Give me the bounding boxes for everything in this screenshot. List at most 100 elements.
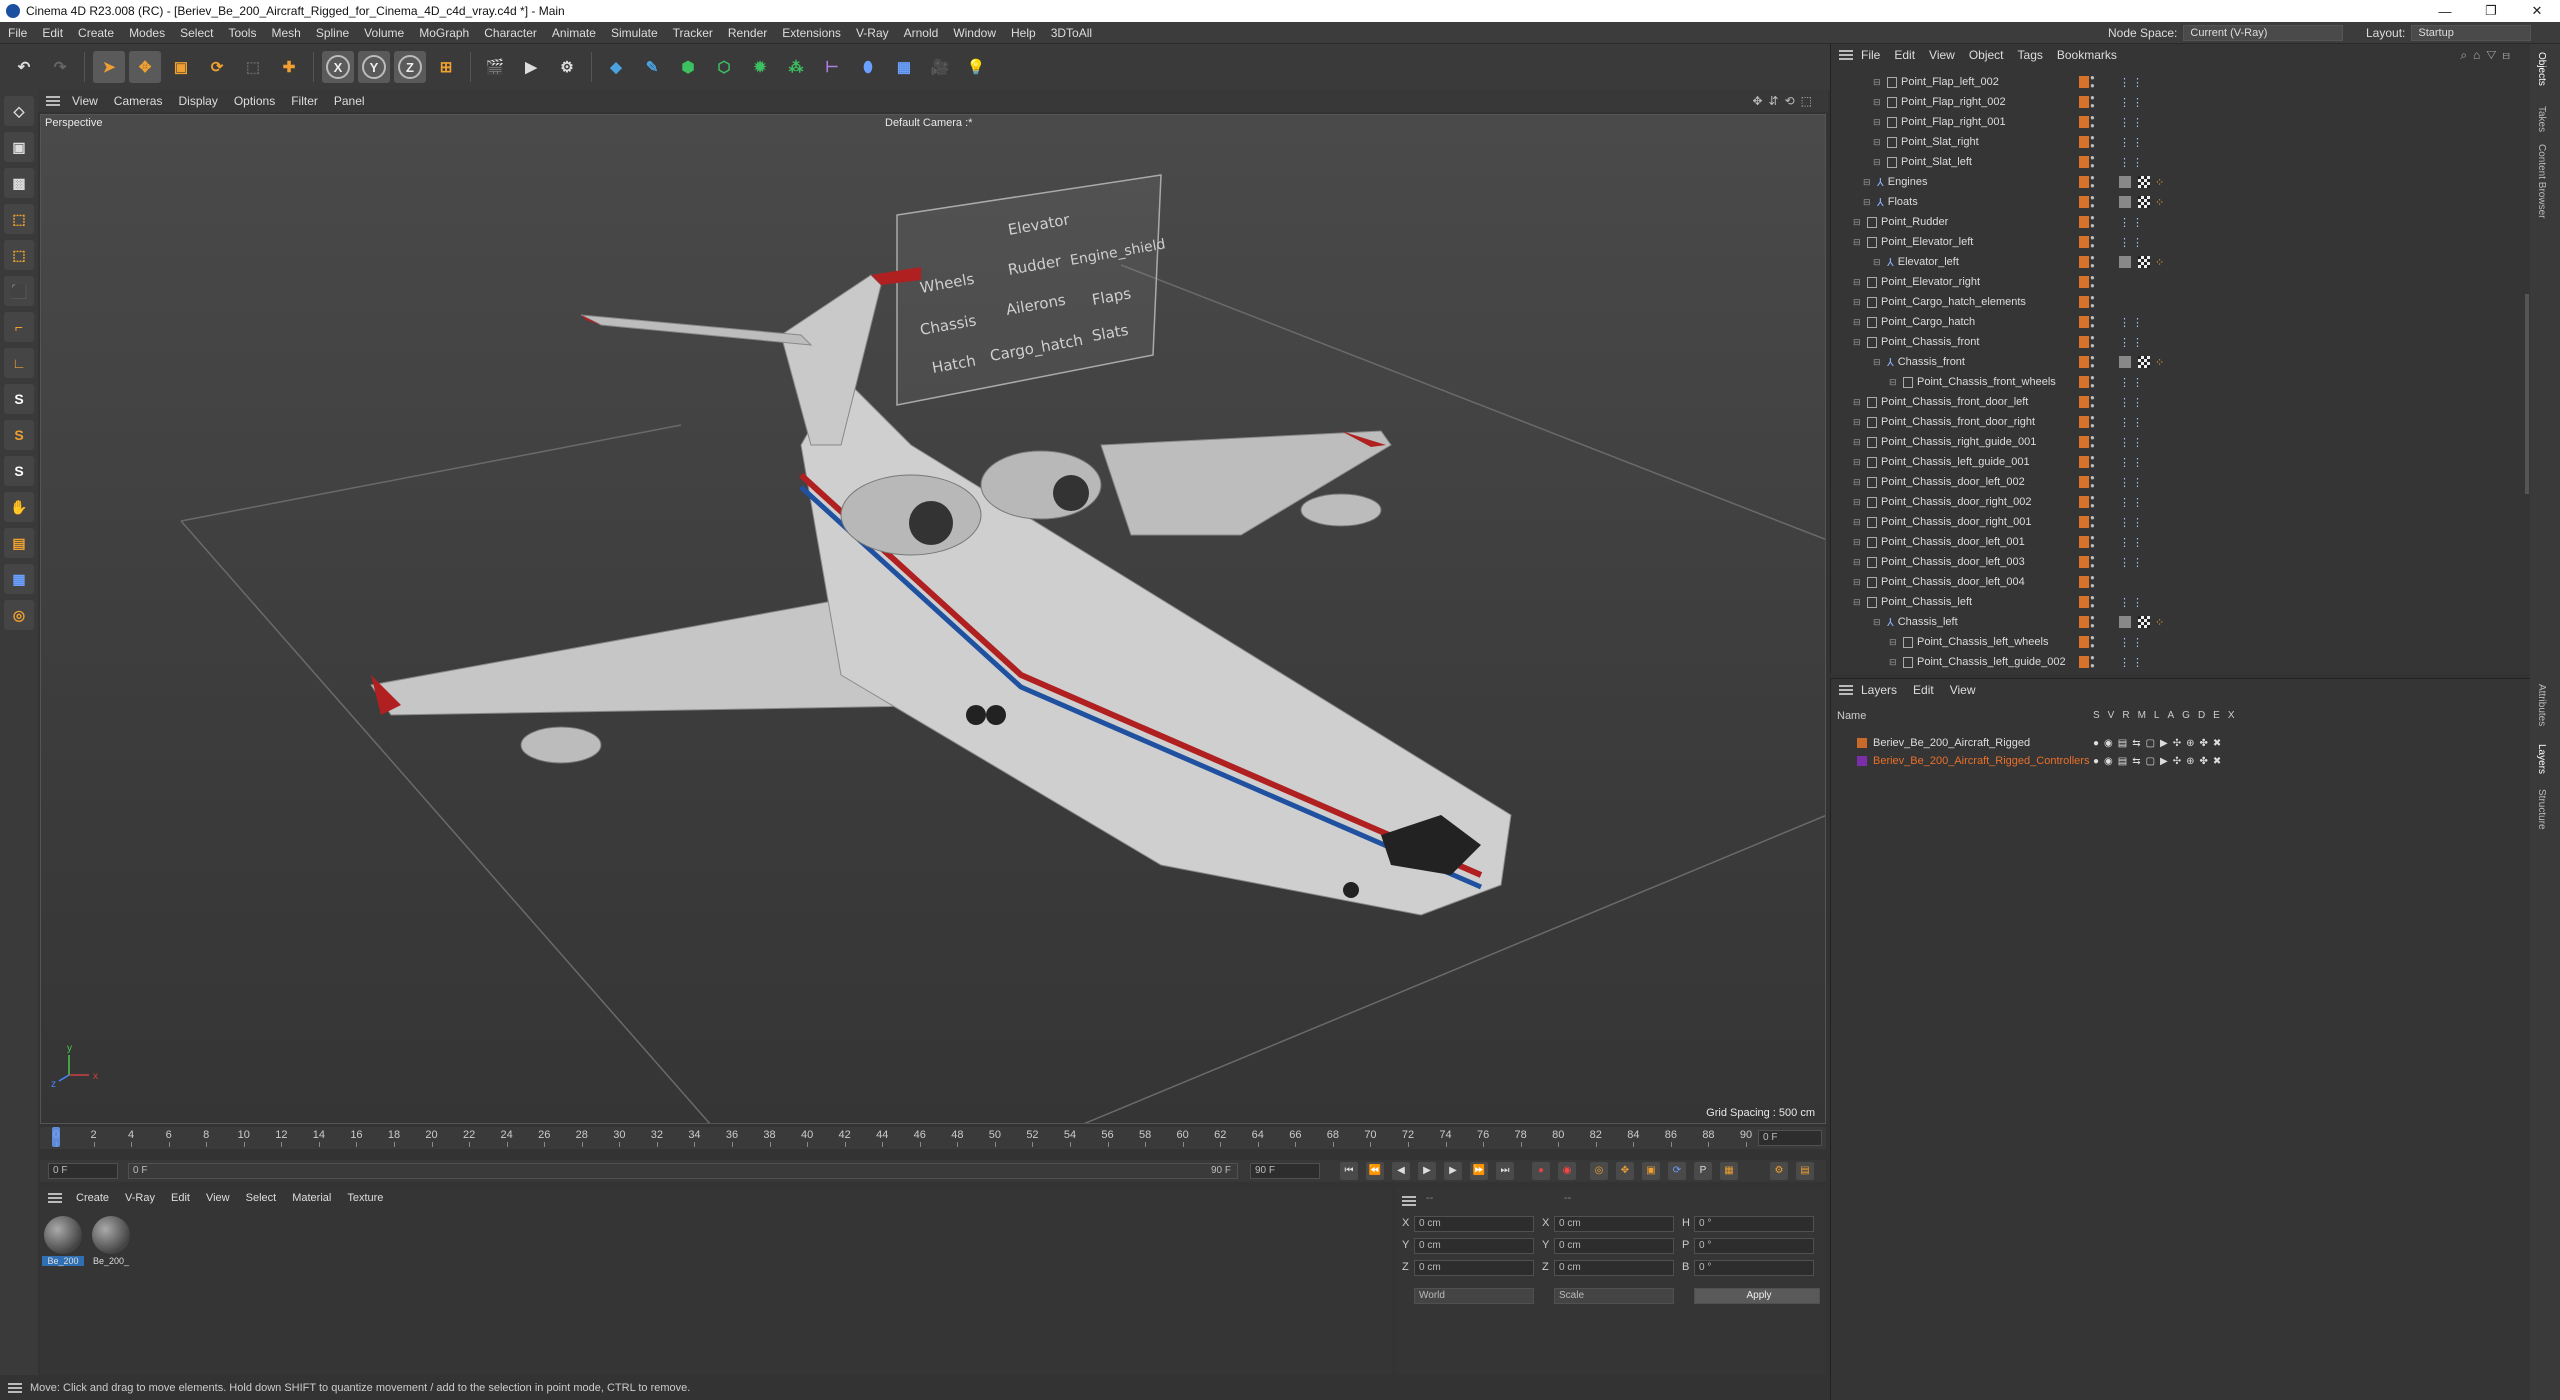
- object-row[interactable]: ⊟ Point_Chassis_left ● ● ⋮⋮: [1831, 592, 2521, 612]
- constraint-tag-icon[interactable]: ⋮⋮: [2119, 396, 2145, 409]
- menu-render[interactable]: Render: [728, 26, 767, 40]
- layer-color-tag[interactable]: [2079, 336, 2089, 348]
- viewport-menu-icon[interactable]: [46, 96, 60, 106]
- material-menu-select[interactable]: Select: [246, 1192, 277, 1204]
- render-settings-icon[interactable]: ⚙: [551, 51, 583, 83]
- layer-color-tag[interactable]: [2079, 496, 2089, 508]
- visibility-dots-icon[interactable]: ● ●: [2090, 174, 2095, 190]
- menu-window[interactable]: Window: [953, 26, 996, 40]
- expand-toggle-icon[interactable]: ⊟: [1889, 657, 1897, 668]
- layer-color-tag[interactable]: [2079, 96, 2089, 108]
- material-menu-view[interactable]: View: [206, 1192, 230, 1204]
- object-menu-edit[interactable]: Edit: [1894, 48, 1915, 62]
- tab-structure[interactable]: Structure: [2536, 789, 2547, 830]
- checker-tag-icon[interactable]: [2138, 356, 2150, 368]
- close-button[interactable]: ✕: [2514, 3, 2560, 19]
- visibility-dots-icon[interactable]: ● ●: [2090, 74, 2095, 90]
- recent-tool-icon[interactable]: ⬚: [237, 51, 269, 83]
- visibility-dots-icon[interactable]: ● ●: [2090, 314, 2095, 330]
- expand-toggle-icon[interactable]: ⊟: [1853, 477, 1861, 488]
- coord-mode-dropdown[interactable]: Scale: [1554, 1288, 1674, 1304]
- expand-toggle-icon[interactable]: ⊟: [1853, 217, 1861, 228]
- visibility-dots-icon[interactable]: ● ●: [2090, 294, 2095, 310]
- expand-toggle-icon[interactable]: ⊟: [1853, 297, 1861, 308]
- checker-tag-icon[interactable]: [2138, 176, 2150, 188]
- menu-select[interactable]: Select: [180, 26, 213, 40]
- object-row[interactable]: ⊟ Point_Chassis_left_guide_002 ● ● ⋮⋮: [1831, 652, 2521, 670]
- visibility-dots-icon[interactable]: ● ●: [2090, 234, 2095, 250]
- checker-tag-icon[interactable]: [2138, 256, 2150, 268]
- expand-toggle-icon[interactable]: ⊟: [1873, 97, 1881, 108]
- viewport-menu-panel[interactable]: Panel: [334, 94, 365, 108]
- 3d-viewport[interactable]: Perspective Default Camera :* Grid Spaci…: [40, 114, 1826, 1124]
- tag-icon[interactable]: ⬮: [852, 51, 884, 83]
- layout-dropdown[interactable]: Startup: [2411, 25, 2532, 41]
- visibility-dots-icon[interactable]: ● ●: [2090, 134, 2095, 150]
- expand-toggle-icon[interactable]: ⊟: [1853, 457, 1861, 468]
- object-menu-bookmarks[interactable]: Bookmarks: [2057, 48, 2117, 62]
- menu-animate[interactable]: Animate: [552, 26, 596, 40]
- object-row[interactable]: ⊟ Point_Chassis_door_left_001 ● ● ⋮⋮: [1831, 532, 2521, 552]
- constraint-tag-icon[interactable]: ⋮⋮: [2119, 216, 2145, 229]
- constraint-tag-icon[interactable]: ⋮⋮: [2119, 156, 2145, 169]
- layer-color-tag[interactable]: [2079, 376, 2089, 388]
- object-menu-tags[interactable]: Tags: [2018, 48, 2043, 62]
- layer-color-tag[interactable]: [2079, 556, 2089, 568]
- constraint-tag-icon[interactable]: ⋮⋮: [2119, 496, 2145, 509]
- grid-icon[interactable]: ▦: [4, 564, 34, 594]
- layer-color-tag[interactable]: [2079, 236, 2089, 248]
- constraint-tag-icon[interactable]: ⋮⋮: [2119, 436, 2145, 449]
- tab-layers[interactable]: Layers: [2536, 744, 2547, 774]
- menu-tools[interactable]: Tools: [228, 26, 256, 40]
- constraint-tag-icon[interactable]: ⋮⋮: [2119, 456, 2145, 469]
- layer-color-tag[interactable]: [2079, 356, 2089, 368]
- menu-spline[interactable]: Spline: [316, 26, 349, 40]
- object-menu-object[interactable]: Object: [1969, 48, 2004, 62]
- object-row[interactable]: ⊟ Point_Chassis_door_right_002 ● ● ⋮⋮: [1831, 492, 2521, 512]
- coord-rot-h-field[interactable]: 0 °: [1694, 1216, 1814, 1232]
- keyframe-selection-icon[interactable]: ◎: [1590, 1162, 1608, 1180]
- play-icon[interactable]: ▶: [1418, 1162, 1436, 1180]
- expand-toggle-icon[interactable]: ⊟: [1853, 417, 1861, 428]
- layer-color-tag[interactable]: [2079, 276, 2089, 288]
- selection-tag-icon[interactable]: ⁘: [2155, 176, 2164, 189]
- coord-pos-x-field[interactable]: 0 cm: [1414, 1216, 1534, 1232]
- key-parameter-icon[interactable]: P: [1694, 1162, 1712, 1180]
- menu-file[interactable]: File: [8, 26, 27, 40]
- texture-mode-icon[interactable]: ▩: [4, 168, 34, 198]
- expand-toggle-icon[interactable]: ⊟: [1853, 437, 1861, 448]
- object-row[interactable]: ⊟ ⅄ Floats ● ● ⁘: [1831, 192, 2521, 212]
- points-mode-icon[interactable]: ⬚: [4, 204, 34, 234]
- redo-icon[interactable]: ↷: [44, 51, 76, 83]
- expand-toggle-icon[interactable]: ⊟: [1853, 537, 1861, 548]
- node-space-dropdown[interactable]: Current (V-Ray): [2183, 25, 2344, 41]
- object-row[interactable]: ⊟ ⅄ Engines ● ● ⁘: [1831, 172, 2521, 192]
- selection-tag-icon[interactable]: ⁘: [2155, 356, 2164, 369]
- tab-takes[interactable]: Takes: [2536, 106, 2547, 132]
- selection-tag-icon[interactable]: ⁘: [2155, 256, 2164, 269]
- layer-menu-layers[interactable]: Layers: [1861, 683, 1897, 697]
- constraint-tag-icon[interactable]: ⋮⋮: [2119, 136, 2145, 149]
- layer-color-tag[interactable]: [2079, 616, 2089, 628]
- layer-row[interactable]: Beriev_Be_200_Aircraft_Rigged ●◉▤⇆▢▶✣⊕✤✖: [1831, 734, 2521, 752]
- y-axis-toggle[interactable]: Y: [358, 51, 390, 83]
- timeline-layout-icon[interactable]: ▤: [1796, 1162, 1814, 1180]
- object-row[interactable]: ⊟ ⅄ Elevator_left ● ● ⁘: [1831, 252, 2521, 272]
- layer-color-tag[interactable]: [2079, 476, 2089, 488]
- object-row[interactable]: ⊟ Point_Chassis_door_left_002 ● ● ⋮⋮: [1831, 472, 2521, 492]
- coord-pos-y-field[interactable]: 0 cm: [1414, 1238, 1534, 1254]
- layer-row[interactable]: Beriev_Be_200_Aircraft_Rigged_Controller…: [1831, 752, 2521, 770]
- expand-toggle-icon[interactable]: ⊟: [1853, 597, 1861, 608]
- undo-icon[interactable]: ↶: [8, 51, 40, 83]
- constraint-tag-icon[interactable]: ⋮⋮: [2119, 416, 2145, 429]
- extrude-icon[interactable]: ⬡: [708, 51, 740, 83]
- object-row[interactable]: ⊟ Point_Chassis_door_left_004 ● ●: [1831, 572, 2521, 592]
- layer-color-tag[interactable]: [2079, 316, 2089, 328]
- object-row[interactable]: ⊟ Point_Chassis_right_guide_001 ● ● ⋮⋮: [1831, 432, 2521, 452]
- expand-toggle-icon[interactable]: ⊟: [1853, 317, 1861, 328]
- render-view-icon[interactable]: ▶: [515, 51, 547, 83]
- layer-color-tag[interactable]: [2079, 156, 2089, 168]
- field-icon[interactable]: ⊢: [816, 51, 848, 83]
- material-menu-texture[interactable]: Texture: [347, 1192, 383, 1204]
- record-keys-icon[interactable]: ●: [1532, 1162, 1550, 1180]
